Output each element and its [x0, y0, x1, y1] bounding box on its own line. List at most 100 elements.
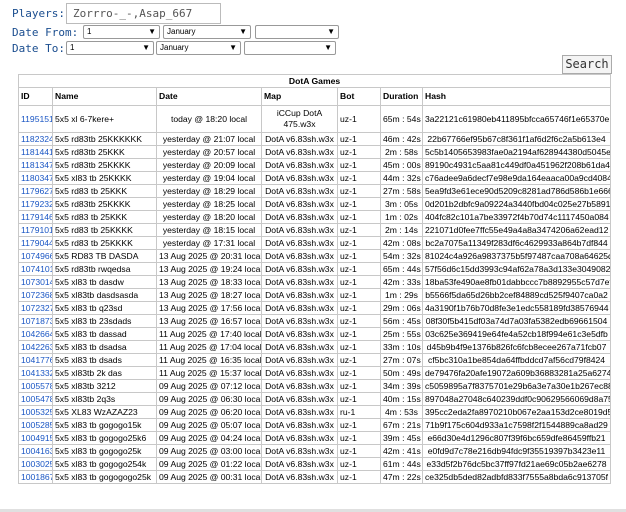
- cell-duration: 42m : 08s: [380, 236, 423, 250]
- from-month-select[interactable]: January ▼: [163, 25, 251, 39]
- cell-duration: 67m : 21s: [380, 418, 423, 432]
- cell-bot: uz-1: [337, 171, 381, 185]
- table-row[interactable]: 1179101 5x5 rd83 tb 25KKKK yesterday @ 18:…: [18, 223, 612, 237]
- cell-duration: 50m : 49s: [380, 366, 423, 380]
- cell-bot: uz-1: [337, 275, 381, 289]
- to-month-select[interactable]: January ▼: [156, 41, 241, 55]
- game-id-link[interactable]: 1041332: [18, 366, 53, 380]
- cell-date: yesterday @ 21:07 local: [156, 132, 262, 146]
- column-header-hash: Hash: [421, 87, 612, 106]
- table-row[interactable]: 1041776 5x5 xl83 tb dsads 11 Aug 2025 @ 16…: [18, 353, 612, 367]
- from-year-select[interactable]: ▼: [255, 25, 339, 39]
- game-id-link[interactable]: 1005285: [18, 418, 53, 432]
- table-row[interactable]: 1181347 5x5 rd83tb 25KKKK yesterday @ 20:0…: [18, 158, 612, 172]
- from-day-value: 1: [87, 27, 92, 36]
- table-row[interactable]: 1003025 5x5 xl83 tb gogogo254k 09 Aug 2025…: [18, 457, 612, 471]
- cell-name: 5x5 rd83tb 25KKK: [52, 145, 157, 159]
- table-row[interactable]: 1001867 5x5 xl83 tb gogogogo25k 09 Aug 202…: [18, 470, 612, 484]
- cell-name: 5x5 rd83tb 25KKKKKK: [52, 132, 157, 146]
- search-button[interactable]: Search: [562, 55, 612, 74]
- table-row[interactable]: 1042664 5x5 xl83 tb dassad 11 Aug 2025 @ 1…: [18, 327, 612, 341]
- table-row[interactable]: 1072327 5x5 xl83 tb q23sd 13 Aug 2025 @ 17…: [18, 301, 612, 315]
- game-id-link[interactable]: 1042664: [18, 327, 53, 341]
- game-id-link[interactable]: 1179101: [18, 223, 53, 237]
- table-row[interactable]: 1179627 5x5 rd83 tb 25KKK yesterday @ 18:2…: [18, 184, 612, 198]
- cell-bot: uz-1: [337, 314, 381, 328]
- game-id-link[interactable]: 1003025: [18, 457, 53, 471]
- to-day-select[interactable]: 1 ▼: [66, 41, 154, 55]
- game-id-link[interactable]: 1182324: [18, 132, 53, 146]
- cell-map: DotA v6.83sh.w3x: [261, 249, 338, 263]
- cell-bot: uz-1: [337, 249, 381, 263]
- game-id-link[interactable]: 1071873: [18, 314, 53, 328]
- table-row[interactable]: 1004163 5x5 xl83 tb gogogo25k 09 Aug 2025 …: [18, 444, 612, 458]
- cell-bot: uz-1: [337, 288, 381, 302]
- table-row[interactable]: 1073014 5x5 xl83 tb dasdw 13 Aug 2025 @ 18…: [18, 275, 612, 289]
- column-header-id: ID: [18, 87, 53, 106]
- cell-name: 5x5 XL83 WzAZAZ23: [52, 405, 157, 419]
- game-id-link[interactable]: 1179044: [18, 236, 53, 250]
- to-year-select[interactable]: ▼: [244, 41, 336, 55]
- chevron-down-icon: ▼: [148, 27, 156, 36]
- table-row[interactable]: 1181441 5x5 rd83tb 25KKK yesterday @ 20:57…: [18, 145, 612, 159]
- table-row[interactable]: 1004915 5x5 xl83 tb gogogo25k6 09 Aug 2025…: [18, 431, 612, 445]
- table-row[interactable]: 1041332 5x5 xl83tb 2k das 11 Aug 2025 @ 15…: [18, 366, 612, 380]
- cell-map: DotA v6.83sh.w3x: [261, 405, 338, 419]
- cell-map: DotA v6.83sh.w3x: [261, 145, 338, 159]
- table-row[interactable]: 1179044 5x5 rd83 tb 25KKKK yesterday @ 17:…: [18, 236, 612, 250]
- cell-hash: 18ba53fe490ae8fb01dabbccc7b8892955c57d7e…: [421, 275, 612, 289]
- game-id-link[interactable]: 1074101: [18, 262, 53, 276]
- game-id-link[interactable]: 1181347: [18, 158, 53, 172]
- chevron-down-icon: ▼: [327, 27, 335, 36]
- game-id-link[interactable]: 1179146: [18, 210, 53, 224]
- game-id-link[interactable]: 1004163: [18, 444, 53, 458]
- cell-hash: 395cc2eda2fa8970210b067e2aa153d2ce8019d5…: [421, 405, 612, 419]
- cell-date: yesterday @ 17:31 local: [156, 236, 262, 250]
- game-id-link[interactable]: 1180347: [18, 171, 53, 185]
- game-id-link[interactable]: 1073014: [18, 275, 53, 289]
- game-id-link[interactable]: 1072327: [18, 301, 53, 315]
- game-id-link[interactable]: 1072368: [18, 288, 53, 302]
- cell-name: 5x5 xl 6-7kere+: [52, 105, 157, 133]
- game-id-link[interactable]: 1041776: [18, 353, 53, 367]
- cell-map: DotA v6.83sh.w3x: [261, 418, 338, 432]
- game-id-link[interactable]: 1179627: [18, 184, 53, 198]
- table-row[interactable]: 1179146 5x5 rd83 tb 25KKK yesterday @ 18:2…: [18, 210, 612, 224]
- cell-map: iCCup DotA 475.w3x: [261, 105, 338, 133]
- players-input[interactable]: Zorrro-_-,Asap_667: [66, 3, 221, 24]
- game-id-link[interactable]: 1004915: [18, 431, 53, 445]
- game-id-link[interactable]: 1179232: [18, 197, 53, 211]
- game-id-link[interactable]: 1195151: [18, 105, 53, 133]
- cell-bot: uz-1: [337, 418, 381, 432]
- cell-map: DotA v6.83sh.w3x: [261, 353, 338, 367]
- table-row[interactable]: 1180347 5x5 xl83 tb 25KKKK yesterday @ 19:…: [18, 171, 612, 185]
- cell-date: 11 Aug 2025 @ 15:37 local: [156, 366, 262, 380]
- table-row[interactable]: 1072368 5x5 xl83tb dasdsasda 13 Aug 2025 @…: [18, 288, 612, 302]
- game-id-link[interactable]: 1005478: [18, 392, 53, 406]
- table-row[interactable]: 1182324 5x5 rd83tb 25KKKKKK yesterday @ 21…: [18, 132, 612, 146]
- table-header-row: ID Name Date Map Bot Duration Hash: [18, 87, 612, 106]
- game-id-link[interactable]: 1005578: [18, 379, 53, 393]
- table-row[interactable]: 1074966 5x5 RD83 TB DASDA 13 Aug 2025 @ 20…: [18, 249, 612, 263]
- chevron-down-icon: ▼: [239, 27, 247, 36]
- table-row[interactable]: 1195151 5x5 xl 6-7kere+ today @ 18:20 loca…: [18, 105, 612, 133]
- table-row[interactable]: 1005325 5x5 XL83 WzAZAZ23 09 Aug 2025 @ 06…: [18, 405, 612, 419]
- game-id-link[interactable]: 1181441: [18, 145, 53, 159]
- table-row[interactable]: 1071873 5x5 xl83 tb 23sdads 13 Aug 2025 @ …: [18, 314, 612, 328]
- cell-map: DotA v6.83sh.w3x: [261, 158, 338, 172]
- cell-map: DotA v6.83sh.w3x: [261, 314, 338, 328]
- table-row[interactable]: 1042263 5x5 xl83 tb dsadsa 11 Aug 2025 @ 1…: [18, 340, 612, 354]
- table-row[interactable]: 1005478 5x5 xl83tb 2q3s 09 Aug 2025 @ 06:3…: [18, 392, 612, 406]
- game-id-link[interactable]: 1005325: [18, 405, 53, 419]
- game-id-link[interactable]: 1074966: [18, 249, 53, 263]
- from-day-select[interactable]: 1 ▼: [83, 25, 160, 39]
- cell-date: 09 Aug 2025 @ 06:30 local: [156, 392, 262, 406]
- cell-duration: 65m : 44s: [380, 262, 423, 276]
- game-id-link[interactable]: 1042263: [18, 340, 53, 354]
- game-id-link[interactable]: 1001867: [18, 470, 53, 484]
- table-row[interactable]: 1005285 5x5 xl83 tb gogogo15k 09 Aug 2025 …: [18, 418, 612, 432]
- table-row[interactable]: 1179232 5x5 rd83tb 25KKKK yesterday @ 18:2…: [18, 197, 612, 211]
- table-row[interactable]: 1005578 5x5 xl83tb 3212 09 Aug 2025 @ 07:1…: [18, 379, 612, 393]
- table-row[interactable]: 1074101 5x5 rd83tb rwqedsa 13 Aug 2025 @ 1…: [18, 262, 612, 276]
- chevron-down-icon: ▼: [324, 43, 332, 52]
